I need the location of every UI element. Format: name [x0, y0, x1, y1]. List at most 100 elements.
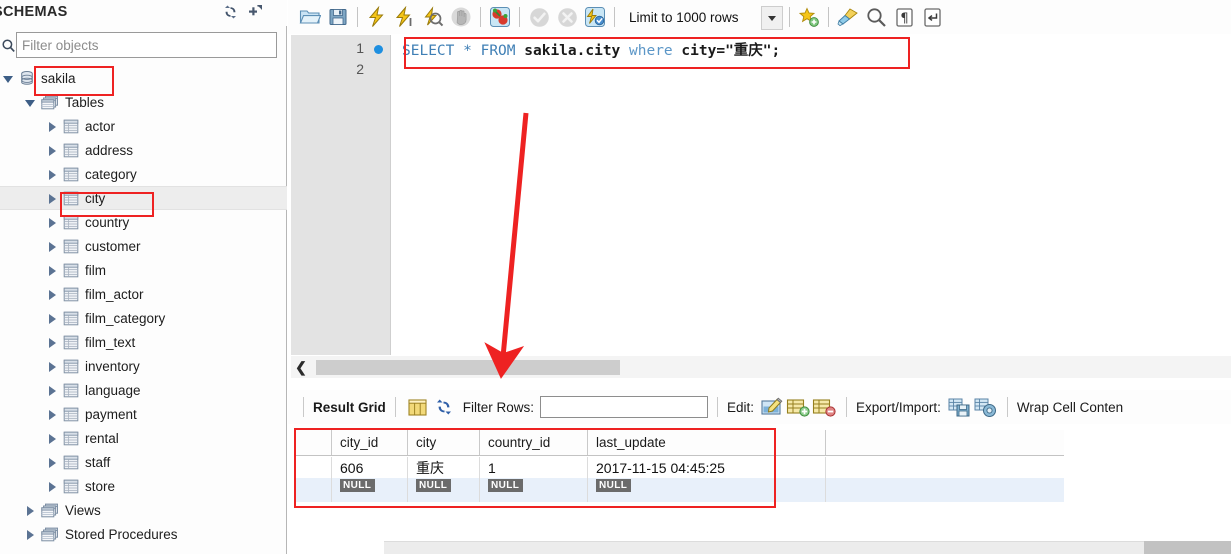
- toggle-breakpoint-icon[interactable]: [486, 3, 514, 31]
- insert-row-icon[interactable]: [785, 394, 811, 420]
- table-icon: [63, 287, 79, 302]
- tree-item-film[interactable]: film: [0, 258, 287, 282]
- delete-row-icon[interactable]: [811, 394, 837, 420]
- chevron-right-icon[interactable]: [46, 408, 59, 421]
- result-grid[interactable]: city_id city country_id last_update 606 重庆 1 2…: [294, 430, 1064, 506]
- chevron-right-icon[interactable]: [46, 144, 59, 157]
- mysql-workbench-window: SCHEMAS Filter objects sakila Tables act…: [0, 0, 1231, 554]
- chevron-right-icon[interactable]: [46, 288, 59, 301]
- refresh-result-icon[interactable]: [431, 394, 457, 420]
- grid-view-icon[interactable]: [405, 394, 431, 420]
- row-selector-header[interactable]: [294, 430, 332, 455]
- commit-icon[interactable]: [525, 3, 553, 31]
- chevron-right-icon[interactable]: [46, 480, 59, 493]
- row-selector-cell[interactable]: [294, 478, 332, 502]
- edit-row-icon[interactable]: [759, 394, 785, 420]
- save-snippet-icon[interactable]: [795, 3, 823, 31]
- stop-query-icon[interactable]: [447, 3, 475, 31]
- chevron-right-icon[interactable]: [46, 240, 59, 253]
- chevron-right-icon[interactable]: [46, 264, 59, 277]
- cell-city_id[interactable]: 606: [332, 457, 408, 478]
- table-row[interactable]: 606 重庆 1 2017-11-15 04:45:25: [294, 457, 1064, 478]
- chevron-right-icon[interactable]: [46, 456, 59, 469]
- find-icon[interactable]: [862, 3, 890, 31]
- tree-item-language[interactable]: language: [0, 378, 287, 402]
- tree-item-customer[interactable]: customer: [0, 234, 287, 258]
- chevron-right-icon[interactable]: [46, 168, 59, 181]
- tree-item-film-actor[interactable]: film_actor: [0, 282, 287, 306]
- toggle-invisible-chars-icon[interactable]: ¶: [890, 3, 918, 31]
- chevron-right-icon[interactable]: [46, 192, 59, 205]
- tree-item-film-text[interactable]: film_text: [0, 330, 287, 354]
- tree-item-city[interactable]: city: [0, 186, 287, 210]
- scroll-left-chevron-icon[interactable]: ❮: [291, 357, 311, 377]
- cell-city[interactable]: 重庆: [408, 457, 480, 478]
- tree-item-stored-procedures[interactable]: Stored Procedures: [0, 522, 287, 546]
- tree-item-sakila[interactable]: sakila: [0, 66, 287, 90]
- scrollbar-track[interactable]: [1144, 541, 1231, 554]
- save-sql-script-icon[interactable]: [324, 3, 352, 31]
- tree-item-inventory[interactable]: inventory: [0, 354, 287, 378]
- chevron-right-icon[interactable]: [46, 336, 59, 349]
- row-selector-cell[interactable]: [294, 457, 332, 478]
- sql-editor[interactable]: 1 2 SELECT * FROM sakila.city where city…: [291, 35, 1231, 355]
- export-recordset-icon[interactable]: [946, 394, 972, 420]
- rollback-icon[interactable]: [553, 3, 581, 31]
- tree-item-rental[interactable]: rental: [0, 426, 287, 450]
- filter-rows-input[interactable]: [540, 396, 709, 418]
- scrollbar-thumb[interactable]: [384, 541, 1144, 554]
- cell-filler: [826, 457, 1064, 478]
- null-cell-city_id[interactable]: NULL: [332, 478, 408, 502]
- tree-item-country[interactable]: country: [0, 210, 287, 234]
- import-recordset-icon[interactable]: [972, 394, 998, 420]
- column-header-city_id[interactable]: city_id: [332, 430, 408, 455]
- chevron-right-icon[interactable]: [46, 120, 59, 133]
- scrollbar-thumb[interactable]: [316, 359, 620, 375]
- limit-rows-select[interactable]: Limit to 1000 rows: [624, 5, 784, 30]
- tree-item-label: city: [85, 190, 106, 206]
- tree-item-staff[interactable]: staff: [0, 450, 287, 474]
- column-header-city[interactable]: city: [408, 430, 480, 455]
- column-header-country_id[interactable]: country_id: [480, 430, 588, 455]
- collapse-panel-icon[interactable]: [248, 4, 263, 22]
- chevron-right-icon[interactable]: [46, 432, 59, 445]
- refresh-icon[interactable]: [222, 4, 239, 23]
- cell-country_id[interactable]: 1: [480, 457, 588, 478]
- chevron-down-icon[interactable]: [2, 72, 15, 85]
- cell-last_update[interactable]: 2017-11-15 04:45:25: [588, 457, 826, 478]
- sql-code-area[interactable]: SELECT * FROM sakila.city where city="重庆…: [392, 35, 1231, 355]
- chevron-right-icon[interactable]: [46, 384, 59, 397]
- chevron-right-icon[interactable]: [24, 504, 37, 517]
- open-sql-script-icon[interactable]: [296, 3, 324, 31]
- tree-item-views[interactable]: Views: [0, 498, 287, 522]
- null-cell-last_update[interactable]: NULL: [588, 478, 826, 502]
- editor-horizontal-scrollbar[interactable]: ❮: [291, 356, 1231, 378]
- chevron-down-icon[interactable]: [761, 6, 783, 30]
- tree-item-tables[interactable]: Tables: [0, 90, 287, 114]
- tree-item-category[interactable]: category: [0, 162, 287, 186]
- explain-query-icon[interactable]: [419, 3, 447, 31]
- tree-item-store[interactable]: store: [0, 474, 287, 498]
- column-header-last_update[interactable]: last_update: [588, 430, 826, 455]
- chevron-right-icon[interactable]: [46, 216, 59, 229]
- execute-current-statement-icon[interactable]: [391, 3, 419, 31]
- chevron-down-icon[interactable]: [24, 96, 37, 109]
- tree-item-film-category[interactable]: film_category: [0, 306, 287, 330]
- chevron-right-icon[interactable]: [46, 360, 59, 373]
- toggle-autocommit-icon[interactable]: [581, 3, 609, 31]
- null-cell-country_id[interactable]: NULL: [480, 478, 588, 502]
- chevron-right-icon[interactable]: [24, 528, 37, 541]
- tree-item-actor[interactable]: actor: [0, 114, 287, 138]
- null-cell-city[interactable]: NULL: [408, 478, 480, 502]
- tree-item-address[interactable]: address: [0, 138, 287, 162]
- bottom-horizontal-scrollbar[interactable]: [384, 541, 1231, 554]
- toggle-wrapping-icon[interactable]: [918, 3, 946, 31]
- table-row-new-placeholder[interactable]: NULL NULL NULL NULL: [294, 478, 1064, 502]
- execute-statement-icon[interactable]: [363, 3, 391, 31]
- tree-item-payment[interactable]: payment: [0, 402, 287, 426]
- beautify-sql-icon[interactable]: [834, 3, 862, 31]
- chevron-right-icon[interactable]: [46, 312, 59, 325]
- filter-objects-input[interactable]: [16, 32, 277, 58]
- toolbar-separator: [519, 7, 520, 27]
